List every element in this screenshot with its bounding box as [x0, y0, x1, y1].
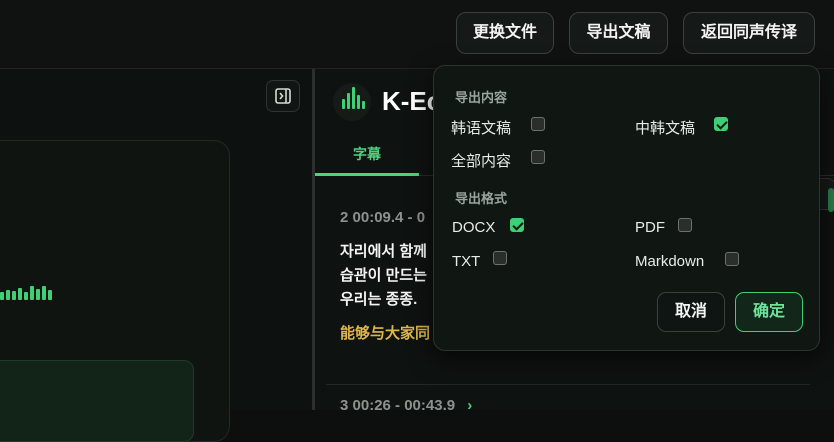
- option-all-content-checkbox[interactable]: [531, 150, 545, 164]
- segment-korean-line: 우리는 종종.: [340, 291, 418, 308]
- segment-meta: 3 00:26 - 00:43.9 ›: [340, 397, 473, 414]
- scrollbar[interactable]: [828, 188, 834, 212]
- option-korean-doc-checkbox[interactable]: [531, 117, 545, 131]
- format-txt-label: TXT: [452, 253, 481, 270]
- chevron-right-icon[interactable]: ›: [467, 397, 472, 414]
- confirm-button[interactable]: 确定: [735, 292, 803, 332]
- format-pdf-label: PDF: [635, 219, 665, 236]
- option-zh-ko-doc-label: 中韩文稿: [635, 120, 696, 137]
- format-markdown-checkbox[interactable]: [725, 252, 739, 266]
- option-all-content-label: 全部内容: [451, 153, 512, 170]
- segment-korean-line: 습관이 만드는: [340, 267, 427, 284]
- export-format-heading: 导出格式: [455, 191, 508, 206]
- export-doc-button[interactable]: 导出文稿: [569, 12, 668, 54]
- format-txt-checkbox[interactable]: [493, 251, 507, 265]
- cancel-button[interactable]: 取消: [657, 292, 725, 332]
- format-pdf-checkbox[interactable]: [678, 218, 692, 232]
- segment-korean-line: 자리에서 함께: [340, 243, 427, 260]
- format-docx-checkbox[interactable]: [510, 218, 524, 232]
- waveform-logo-icon: [333, 83, 371, 121]
- segment-meta: 2 00:09.4 - 0: [340, 209, 426, 226]
- export-popover: 导出内容 韩语文稿 中韩文稿 全部内容 导出格式 DOCX PDF TXT Ma…: [433, 65, 820, 351]
- tab-subtitles[interactable]: 字幕: [315, 142, 419, 176]
- collapse-panel-button[interactable]: [266, 80, 300, 112]
- collapse-panel-icon: [275, 88, 291, 104]
- format-markdown-label: Markdown: [635, 253, 705, 270]
- option-korean-doc-label: 韩语文稿: [451, 120, 512, 137]
- option-zh-ko-doc-checkbox[interactable]: [714, 117, 728, 131]
- audio-sub-card: [0, 360, 194, 442]
- change-file-button[interactable]: 更换文件: [456, 12, 554, 54]
- active-tab-indicator: [315, 173, 419, 176]
- export-content-heading: 导出内容: [455, 90, 508, 105]
- format-docx-label: DOCX: [452, 219, 496, 236]
- segment-divider: [326, 384, 810, 385]
- back-to-interpret-button[interactable]: 返回同声传译: [683, 12, 815, 54]
